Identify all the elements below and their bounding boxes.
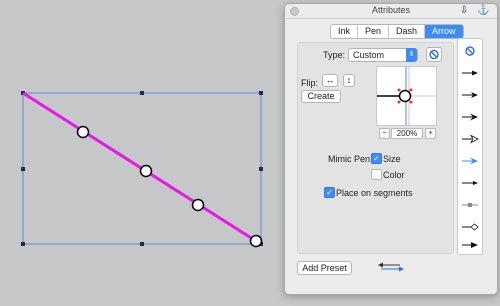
tab-bar: Ink Pen Dash Arrow: [330, 24, 464, 39]
arrow-diamond-icon[interactable]: [458, 217, 482, 237]
handle-middle-right[interactable]: [259, 167, 263, 171]
arrow-style-8-icon[interactable]: [458, 235, 482, 255]
arrow-style-2-icon[interactable]: [458, 85, 482, 105]
mimic-size-checkbox[interactable]: ✓: [371, 153, 382, 164]
handle-bottom-left[interactable]: [21, 242, 25, 246]
no-arrow-button[interactable]: [426, 47, 442, 62]
handle-bottom-middle[interactable]: [140, 242, 144, 246]
flip-horizontal-button[interactable]: ↔: [322, 74, 338, 87]
zoom-in-button[interactable]: +: [425, 128, 436, 139]
arrow-style-1-icon[interactable]: [458, 63, 482, 83]
segment-circle-3: [191, 198, 205, 212]
handle-top-right[interactable]: [259, 91, 263, 95]
zoom-out-button[interactable]: −: [379, 128, 390, 139]
tab-arrow[interactable]: Arrow: [425, 25, 463, 38]
arrow-preview-graphic: [377, 67, 436, 125]
arrow-selected-icon[interactable]: [458, 151, 482, 171]
handle-top-middle[interactable]: [140, 91, 144, 95]
place-on-segments-checkbox[interactable]: ✓: [324, 187, 335, 198]
flip-vertical-button[interactable]: ↕: [343, 74, 355, 87]
titlebar: Attributes ⇩ ⚓: [285, 4, 497, 19]
swap-direction-icon[interactable]: [378, 261, 404, 273]
create-button[interactable]: Create: [301, 90, 341, 103]
arrow-preview[interactable]: [376, 66, 437, 126]
arrow-none-icon[interactable]: [458, 41, 482, 61]
mimic-color-label: Color: [383, 170, 405, 180]
tab-pen[interactable]: Pen: [358, 25, 390, 38]
type-select[interactable]: Custom ⇕: [348, 48, 418, 62]
arrow-open-icon[interactable]: [458, 129, 482, 149]
share-icon[interactable]: ⇩: [460, 5, 468, 16]
mimic-size-label: Size: [383, 154, 401, 164]
anchor-icon[interactable]: ⚓: [477, 5, 489, 16]
segment-circle-4: [249, 234, 263, 248]
place-on-segments-label: Place on segments: [336, 188, 413, 198]
tab-dash[interactable]: Dash: [389, 25, 426, 38]
arrow-style-5-icon[interactable]: [458, 173, 482, 193]
type-select-value: Custom: [353, 50, 385, 60]
arrow-style-3-icon[interactable]: [458, 107, 482, 127]
tab-ink[interactable]: Ink: [331, 25, 359, 38]
flip-label: Flip:: [301, 78, 319, 88]
arrow-style-list[interactable]: [457, 38, 483, 255]
segment-circle-2: [139, 164, 153, 178]
magenta-line[interactable]: [22, 91, 257, 243]
mimic-pen-label: Mimic Pen:: [328, 154, 373, 164]
select-chevron-icon: ⇕: [406, 48, 417, 62]
add-preset-button[interactable]: Add Preset: [297, 261, 352, 275]
zoom-field[interactable]: 200%: [391, 128, 423, 139]
mimic-color-checkbox[interactable]: [371, 169, 382, 180]
handle-middle-left[interactable]: [21, 167, 25, 171]
type-label: Type:: [323, 50, 346, 60]
attributes-panel: Attributes ⇩ ⚓ Ink Pen Dash Arrow Type: …: [284, 3, 498, 295]
arrow-style-6-icon[interactable]: [458, 195, 482, 215]
segment-circle-1: [76, 125, 90, 139]
prohibit-icon: [429, 49, 439, 60]
